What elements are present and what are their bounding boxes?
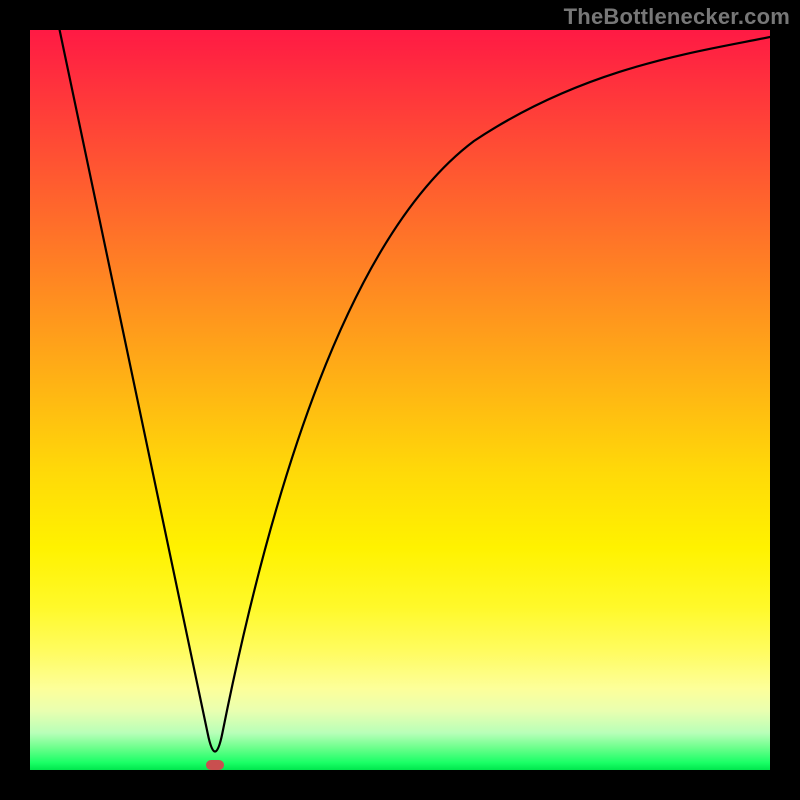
watermark-text: TheBottlenecker.com — [564, 4, 790, 30]
plot-area — [30, 30, 770, 770]
chart-container: TheBottlenecker.com — [0, 0, 800, 800]
bottleneck-curve — [60, 30, 770, 752]
curve-svg — [30, 30, 770, 770]
dip-marker — [206, 760, 224, 770]
